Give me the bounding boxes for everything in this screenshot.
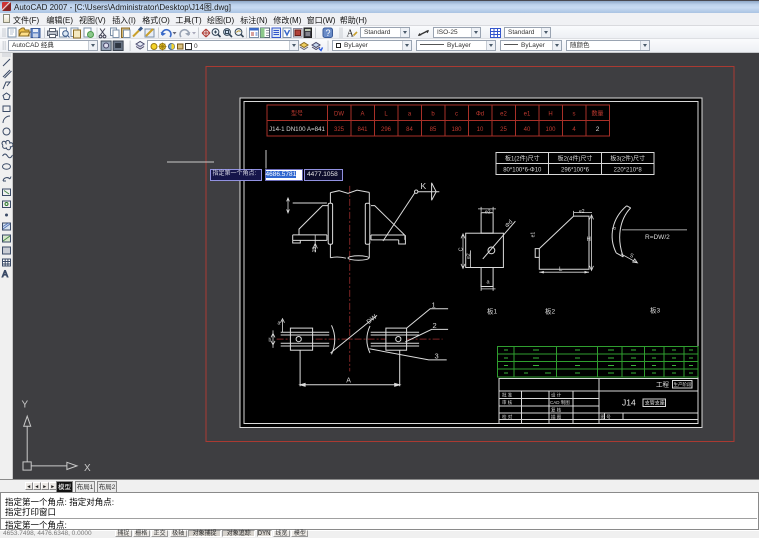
svg-text:841: 841	[357, 126, 368, 132]
svg-text:A: A	[360, 111, 364, 117]
svg-text:R=DW/2: R=DW/2	[645, 233, 670, 240]
svg-text:e2: e2	[485, 209, 491, 215]
svg-text:2: 2	[433, 321, 437, 330]
svg-text:s: s	[573, 111, 576, 117]
svg-text:生产阶段: 生产阶段	[674, 381, 692, 388]
svg-text:板1: 板1	[487, 306, 498, 315]
svg-text:A: A	[347, 28, 355, 39]
svg-text:296: 296	[381, 126, 392, 132]
svg-text:c: c	[455, 111, 458, 117]
svg-text:DW: DW	[334, 111, 344, 117]
svg-text:a: a	[278, 320, 281, 326]
svg-text:b: b	[269, 337, 272, 343]
svg-text:2: 2	[596, 125, 600, 132]
svg-text:100: 100	[545, 126, 556, 132]
svg-text:e1: e1	[524, 111, 531, 117]
svg-text:85: 85	[430, 126, 437, 132]
svg-text:15: 15	[312, 246, 318, 252]
svg-text:工程: 工程	[656, 379, 670, 388]
svg-text:复 核: 复 核	[551, 406, 562, 413]
svg-text:?: ?	[326, 28, 331, 38]
svg-text:80*100*6-Φ10: 80*100*6-Φ10	[503, 167, 542, 173]
svg-text:板3: 板3	[650, 305, 661, 314]
svg-text:C: C	[459, 247, 465, 251]
svg-text:K: K	[421, 180, 427, 190]
svg-text:10: 10	[477, 126, 484, 132]
svg-text:型号: 型号	[291, 109, 303, 117]
svg-text:板2: 板2	[545, 306, 556, 315]
svg-text:1: 1	[432, 300, 436, 309]
svg-text:84: 84	[406, 126, 413, 132]
svg-text:板3(2件)尺寸: 板3(2件)尺寸	[610, 154, 645, 162]
svg-text:Y: Y	[22, 399, 29, 410]
svg-text:296*100*6: 296*100*6	[561, 167, 590, 173]
svg-text:e1: e1	[531, 231, 537, 237]
svg-text:40: 40	[524, 126, 531, 132]
svg-text:CAD 制图: CAD 制图	[550, 399, 570, 406]
svg-text:H: H	[587, 236, 591, 242]
svg-text:180: 180	[451, 126, 462, 132]
svg-text:A: A	[2, 269, 8, 279]
svg-text:J14-1 DN100 A=841: J14-1 DN100 A=841	[269, 125, 325, 132]
svg-text:J14: J14	[622, 397, 636, 407]
svg-text:H: H	[548, 111, 552, 117]
svg-text:校 对: 校 对	[502, 413, 513, 420]
svg-text:e2: e2	[500, 111, 507, 117]
svg-text:325: 325	[334, 126, 345, 132]
svg-text:3: 3	[435, 351, 439, 360]
svg-text:数量: 数量	[591, 109, 603, 117]
svg-text:板1(2件)尺寸: 板1(2件)尺寸	[505, 154, 540, 162]
svg-text:板2(4件)尺寸: 板2(4件)尺寸	[558, 154, 593, 162]
svg-text:220*210*8: 220*210*8	[614, 167, 643, 173]
svg-text:审 核: 审 核	[502, 399, 513, 406]
svg-text:25: 25	[500, 126, 507, 132]
svg-text:e2: e2	[466, 253, 472, 259]
svg-text:支管支座: 支管支座	[645, 399, 665, 406]
svg-text:Φd: Φd	[476, 111, 484, 117]
svg-text:设 计: 设 计	[551, 391, 562, 398]
svg-text:描 图: 描 图	[551, 413, 562, 420]
svg-text:A: A	[346, 377, 351, 384]
svg-text:批 准: 批 准	[502, 391, 513, 398]
svg-text:X: X	[84, 462, 91, 473]
svg-text:e2: e2	[579, 208, 585, 214]
